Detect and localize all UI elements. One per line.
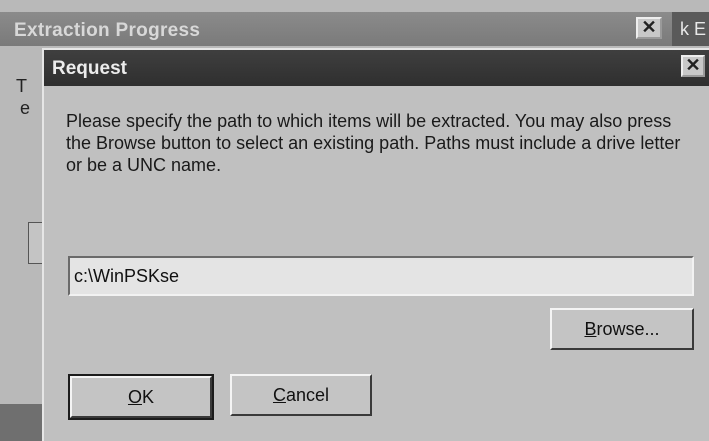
ok-mnemonic: O bbox=[127, 386, 142, 407]
cancel-button[interactable]: Cancel bbox=[230, 374, 372, 416]
cancel-label: ancel bbox=[285, 384, 330, 405]
background-window-edge-text: k E bbox=[672, 12, 709, 46]
extract-path-input[interactable] bbox=[68, 256, 694, 296]
extraction-progress-close-icon[interactable]: ✕ bbox=[636, 17, 662, 39]
ok-label: K bbox=[142, 386, 155, 407]
extraction-progress-titlebar: Extraction Progress ✕ bbox=[0, 12, 709, 46]
ok-button[interactable]: OK bbox=[68, 374, 214, 420]
extraction-progress-title: Extraction Progress bbox=[14, 20, 201, 41]
request-dialog-title: Request bbox=[52, 58, 127, 79]
background-window-text-fragment: T bbox=[16, 76, 27, 96]
browse-button[interactable]: Browse... bbox=[550, 308, 694, 350]
cancel-mnemonic: C bbox=[272, 384, 286, 405]
browse-mnemonic: B bbox=[584, 318, 597, 339]
request-dialog-titlebar[interactable]: Request ✕ bbox=[44, 50, 709, 86]
request-dialog: Request ✕ Please specify the path to whi… bbox=[42, 48, 709, 441]
background-window-text-fragment: e bbox=[20, 98, 31, 118]
instruction-text: Please specify the path to which items w… bbox=[66, 111, 681, 175]
browse-label: rowse... bbox=[596, 318, 660, 339]
background-window-bottom-strip bbox=[0, 404, 44, 441]
close-icon[interactable]: ✕ bbox=[681, 55, 705, 77]
